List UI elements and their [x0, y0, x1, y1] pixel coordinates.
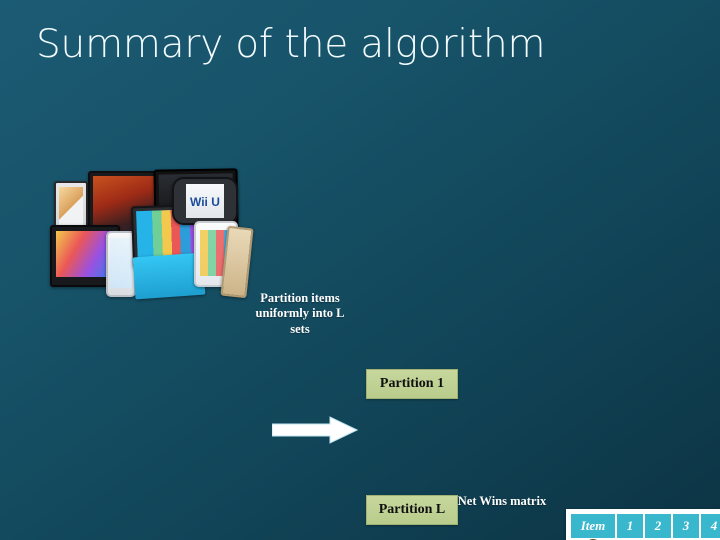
partition-items-label: Partition items uniformly into L sets — [255, 291, 345, 336]
net-wins-label: Net Wins matrix — [457, 493, 547, 508]
table-header-2: 2 — [645, 514, 671, 538]
arrow-partition-right — [272, 415, 720, 445]
vertical-ellipsis-partitions — [405, 469, 720, 506]
devices-image: f Wii U — [48, 163, 254, 300]
table-header-item: Item — [571, 514, 615, 538]
table-header-3: 3 — [673, 514, 699, 538]
device-wiiu-controller: Wii U — [172, 177, 238, 225]
table-header-4: 4 — [701, 514, 720, 538]
net-wins-matrix-top: Item 1 2 3 4 1 -1 1 -1 1 -1 — [566, 509, 720, 540]
green-box-partition-1: Partition 1 — [366, 368, 458, 399]
table-header-1: 1 — [617, 514, 643, 538]
table-header-row: Item 1 2 3 4 — [571, 514, 720, 538]
page-title: Summary of the algorithm — [36, 22, 546, 67]
slide-canvas: Summary of the algorithm f Wii U Partiti… — [0, 0, 720, 540]
